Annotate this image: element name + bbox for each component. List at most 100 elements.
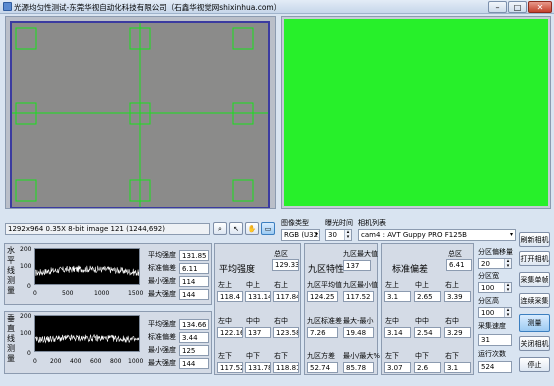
width-label: 分区宽 <box>478 272 499 280</box>
v-min-value: 125 <box>179 345 209 356</box>
zoom-icon[interactable]: ⌕ <box>213 222 227 235</box>
std-total-value: 6.41 <box>446 259 472 271</box>
avg-total-value: 129.33 <box>272 259 299 271</box>
avg-title: 平均强度 <box>219 265 256 275</box>
std-tl-value: 3.1 <box>384 291 411 302</box>
avg-total-label: 总区 <box>274 250 288 258</box>
camera-image[interactable] <box>6 17 275 209</box>
v-max-label: 最大强度 <box>148 359 176 367</box>
v-tick-y-0: 0 <box>27 350 31 357</box>
runs-value: 524 <box>478 361 512 373</box>
avg-br-value: 118.81 <box>273 362 299 373</box>
continuous-capture-button[interactable]: 连续采集 <box>519 293 550 308</box>
avg-ml-label: 左中 <box>218 317 232 325</box>
std-tc-label: 中上 <box>415 281 429 289</box>
v-tick-x-800: 800 <box>110 358 122 365</box>
h-plot-area <box>34 248 140 285</box>
h-tick-x-1500: 1500 <box>128 290 144 297</box>
pointer-icon[interactable]: ↖ <box>229 222 243 235</box>
nine-max-label: 九区最大值 <box>343 250 378 258</box>
avg-tl-value: 118.4 <box>217 291 243 302</box>
std-deviation-panel: 标准偏差 总区 6.41 左上 中上 右上 3.1 2.65 3.39 左中 中… <box>381 243 474 375</box>
offset-input[interactable]: 20 ▴ ▾ <box>478 258 512 269</box>
std-ml-label: 左中 <box>385 317 399 325</box>
avg-br-label: 右下 <box>274 352 288 360</box>
h-plot-svg <box>34 265 140 276</box>
speed-label: 采集速度 <box>478 322 506 330</box>
std-tr-label: 右上 <box>445 281 459 289</box>
runs-label: 运行次数 <box>478 350 506 358</box>
v-min-label: 最小强度 <box>148 346 176 354</box>
avg-ml-value: 122.16 <box>217 327 243 338</box>
v-tick-y-200: 200 <box>20 313 32 320</box>
v-std-label: 标准偏差 <box>148 333 176 341</box>
h-mean-value: 131.85 <box>179 250 209 261</box>
nine-max-value: 137 <box>343 260 371 271</box>
v-plot-svg <box>34 334 140 344</box>
avg-bl-label: 左下 <box>218 352 232 360</box>
std-title: 标准偏差 <box>392 265 429 275</box>
single-frame-button[interactable]: 采集单帧 <box>519 272 550 287</box>
v-tick-x-600: 600 <box>90 358 102 365</box>
nine-var-value: 52.74 <box>307 362 338 373</box>
avg-mr-value: 123.58 <box>273 327 299 338</box>
exposure-input[interactable]: 30 ▴ ▾ <box>325 229 352 241</box>
avg-bc-value: 131.78 <box>245 362 271 373</box>
offset-label: 分区偏移量 <box>478 248 513 256</box>
h-tick-x-1000: 1000 <box>94 290 110 297</box>
avg-tr-label: 右上 <box>274 281 288 289</box>
app-icon <box>3 2 12 11</box>
std-tl-label: 左上 <box>385 281 399 289</box>
pan-icon[interactable]: ✋ <box>245 222 259 235</box>
h-tick-y-200: 200 <box>20 246 32 253</box>
std-total-label: 总区 <box>448 250 462 258</box>
std-mc-value: 2.54 <box>414 327 441 338</box>
nine-range-label: 最大-最小 <box>343 317 374 325</box>
image-type-select[interactable]: RGB (U32) ▾ <box>281 229 320 241</box>
nine-min-value: 117.52 <box>343 291 374 302</box>
avg-mc-label: 中中 <box>246 317 260 325</box>
horizontal-stats: 平均强度 131.85 标准偏差 6.11 最小强度 114 最大强度 144 <box>148 250 210 302</box>
horizontal-profile-chart: 200 100 0 0 500 1000 1500 <box>20 245 145 303</box>
nine-zone-panel: 九区特性 九区最大值 137 九区平均值 九区最小值 124.25 117.52… <box>304 243 380 375</box>
h-tick-y-100: 100 <box>20 263 32 270</box>
average-intensity-panel: 平均强度 总区 129.33 左上 中上 右上 118.4 131.14 117… <box>214 243 301 375</box>
v-plot-area <box>34 315 140 352</box>
v-tick-x-400: 400 <box>70 358 82 365</box>
title-bar: 光源均匀性测试-东莞华视自动化科技有限公司（石鑫华视觉网shixinhua.co… <box>0 0 554 14</box>
h-tick-y-0: 0 <box>27 283 31 290</box>
close-camera-button[interactable]: 关闭相机 <box>519 336 550 351</box>
maximize-icon[interactable]: □ <box>508 1 527 13</box>
stop-button[interactable]: 停止 <box>519 357 550 372</box>
std-mc-label: 中中 <box>415 317 429 325</box>
roi-icon[interactable]: ▭ <box>261 222 275 235</box>
nine-std-value: 7.26 <box>307 327 338 338</box>
height-input[interactable]: 100 ▴ ▾ <box>478 307 512 318</box>
refresh-camera-button[interactable]: 刷新相机 <box>519 232 550 247</box>
v-tick-x-200: 200 <box>50 358 62 365</box>
minimize-icon[interactable]: – <box>488 1 507 13</box>
std-ml-value: 3.14 <box>384 327 411 338</box>
std-tc-value: 2.65 <box>414 291 441 302</box>
color-preview-image <box>284 19 548 206</box>
std-bl-label: 左下 <box>385 352 399 360</box>
v-max-value: 144 <box>179 358 209 369</box>
height-label: 分区高 <box>478 297 499 305</box>
close-icon[interactable]: ✕ <box>528 1 552 13</box>
open-camera-button[interactable]: 打开相机 <box>519 251 550 266</box>
width-input[interactable]: 100 ▴ ▾ <box>478 282 512 293</box>
h-std-label: 标准偏差 <box>148 264 176 272</box>
h-std-value: 6.11 <box>179 263 209 274</box>
std-br-value: 3.1 <box>444 362 471 373</box>
measure-button[interactable]: 测量 <box>519 314 550 332</box>
std-bc-label: 中下 <box>415 352 429 360</box>
std-br-label: 右下 <box>445 352 459 360</box>
h-min-label: 最小强度 <box>148 277 176 285</box>
nine-std-label: 九区标准差 <box>307 317 342 325</box>
v-mean-label: 平均强度 <box>148 320 176 328</box>
nine-mean-label: 九区平均值 <box>307 281 342 289</box>
vertical-profile-title: 垂直线测量 <box>7 314 15 363</box>
image-status: 1292x964 0.35X 8-bit image 121 (1244,692… <box>5 223 210 235</box>
avg-bc-label: 中下 <box>246 352 260 360</box>
camera-select[interactable]: cam4 : AVT Guppy PRO F125B ▾ <box>358 229 516 241</box>
